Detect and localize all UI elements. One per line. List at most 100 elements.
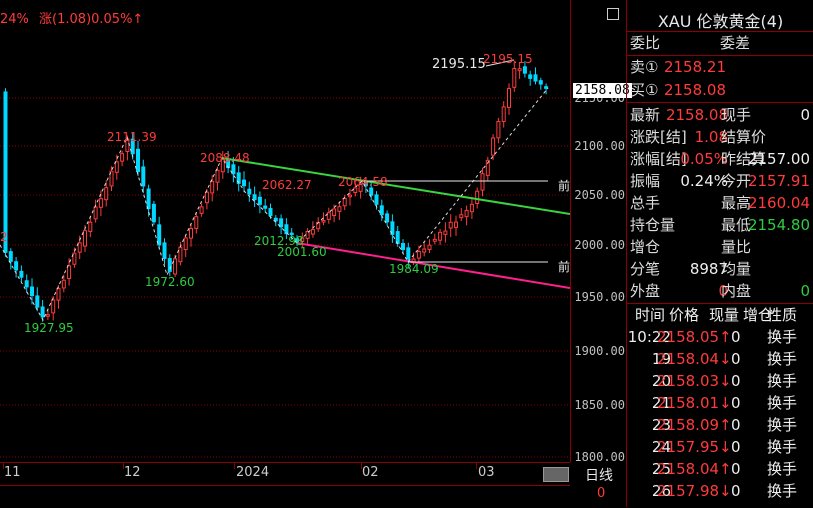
stat-value: 0.05% <box>680 150 728 168</box>
stat-label-2: 今开 <box>721 172 752 190</box>
candle <box>538 80 543 85</box>
period-label[interactable]: 日线 <box>585 465 613 485</box>
current-price-badge: 2158.08 <box>573 83 632 98</box>
time-tick <box>361 463 362 469</box>
candle <box>279 218 284 228</box>
candle <box>247 188 252 195</box>
candle <box>88 221 93 232</box>
tick-nature: 换手 <box>767 394 798 412</box>
stat-value-2: 2160.04 <box>747 194 810 212</box>
stat-value-2: 2154.80 <box>747 216 810 234</box>
candle <box>464 209 469 218</box>
header-price: 价格 <box>669 306 700 324</box>
candle <box>332 208 337 216</box>
time-label: 03 <box>478 465 495 480</box>
buy-row: 买① 2158.08 <box>630 79 810 101</box>
candlestick-chart[interactable]: 2111.39 1927.95 1972.60 2088.48 2062.27 … <box>0 0 570 462</box>
header-nature: 性质 <box>767 306 798 324</box>
candle <box>120 153 125 162</box>
candle <box>416 251 421 259</box>
candle <box>210 180 215 194</box>
candle <box>189 228 193 239</box>
candle <box>146 188 151 210</box>
stat-label-2: 结算价 <box>721 128 767 146</box>
scroll-button[interactable] <box>543 467 569 482</box>
annot-lo4: 1984.09 <box>389 262 439 276</box>
tick-price: 2157.98↓ <box>657 482 732 500</box>
stat-value: 0.24% <box>680 172 728 190</box>
candle <box>401 243 405 251</box>
tick-nature: 换手 <box>767 438 798 456</box>
top-change-label: 24% 涨(1.08)0.05%↑ <box>0 8 143 27</box>
candle <box>374 194 379 205</box>
tick-label: 1950.00 <box>574 290 625 304</box>
annot-lo2: 1972.60 <box>145 275 195 289</box>
annot-mid1: 2062.27 <box>262 178 312 192</box>
horizontal-scrollbar[interactable] <box>0 485 570 492</box>
stat-row: 涨幅[结] 0.05% 昨结算 2157.00 <box>630 148 810 170</box>
tick-nature: 换手 <box>767 416 798 434</box>
candle <box>469 203 474 213</box>
time-tick <box>123 463 124 469</box>
ratio-label: 委比 <box>630 34 661 52</box>
candle <box>501 106 506 122</box>
stat-value: 8987 <box>689 260 728 278</box>
candle <box>40 306 45 318</box>
time-tick <box>476 463 477 469</box>
time-label: 11 <box>4 465 21 480</box>
tick-row: 24 2157.95↓ 0 换手 <box>627 436 813 458</box>
annot-hi1: 2111.39 <box>107 130 157 144</box>
candle <box>496 121 501 139</box>
tick-price: 2158.05↑ <box>657 328 732 346</box>
grid <box>0 97 570 458</box>
tick-price: 2158.03↓ <box>657 372 732 390</box>
candle <box>167 258 172 272</box>
stat-row: 分笔 8987 均量 <box>630 258 810 280</box>
candle <box>183 237 188 251</box>
stat-value-2: 0 <box>800 106 810 124</box>
instrument-title[interactable]: XAU 伦敦黄金(4) <box>627 8 813 32</box>
annot-lo1: 1927.95 <box>24 321 74 335</box>
candle <box>162 242 167 260</box>
stat-value-2: 0 <box>800 282 810 300</box>
stat-row: 增仓 量比 <box>630 236 810 258</box>
candle <box>263 205 268 209</box>
candle <box>459 214 464 219</box>
candle <box>310 229 315 235</box>
price-axis: 2150.00 2100.00 2050.00 2000.00 1950.00 … <box>570 0 632 464</box>
settings-square-icon[interactable] <box>607 8 619 20</box>
annot-hi2: 2088.48 <box>200 151 250 165</box>
candle <box>427 244 432 250</box>
stat-label-2: 最低 <box>721 216 752 234</box>
stat-row: 外盘 0 内盘 0 <box>630 280 810 302</box>
candle <box>369 187 374 196</box>
candle <box>273 217 278 222</box>
candle <box>321 220 326 223</box>
candle <box>422 248 427 253</box>
tick-row: 25 2158.04↑ 0 换手 <box>627 458 813 480</box>
stat-row: 涨跌[结] 1.08 结算价 <box>630 126 810 148</box>
candle <box>512 67 517 88</box>
tick-nature: 换手 <box>767 460 798 478</box>
time-label: 12 <box>124 465 141 480</box>
stat-label-2: 均量 <box>721 260 752 278</box>
time-label: 02 <box>362 465 379 480</box>
candle <box>24 280 29 288</box>
candle <box>348 194 352 198</box>
candle <box>242 179 246 187</box>
tick-nature: 换手 <box>767 482 798 500</box>
tick-row: 19 2158.04↓ 0 换手 <box>627 348 813 370</box>
stat-label: 总手 <box>630 194 661 212</box>
tick-row: 20 2158.03↓ 0 换手 <box>627 370 813 392</box>
candle <box>268 208 273 217</box>
tick-row: 10:22 2158.05↑ 0 换手 <box>627 326 813 348</box>
stat-label: 增仓 <box>630 238 661 256</box>
candle <box>204 191 209 204</box>
tick-label: 1900.00 <box>574 344 625 358</box>
stat-value: 2158.08 <box>665 106 728 124</box>
candle <box>51 299 56 314</box>
tick-volume: 0 <box>731 482 741 500</box>
tick-volume: 0 <box>731 438 741 456</box>
tick-nature: 换手 <box>767 350 798 368</box>
stat-label-2: 内盘 <box>721 282 752 300</box>
